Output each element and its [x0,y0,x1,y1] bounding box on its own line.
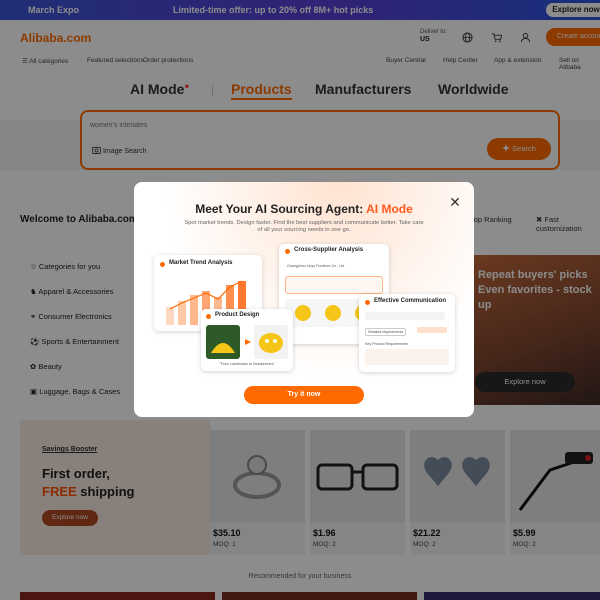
comm-highlight-pill [417,327,447,333]
modal-subtitle: Spot market trends. Design faster. Find … [184,220,424,233]
modal-title: Meet Your AI Sourcing Agent: AI Mode [134,202,474,216]
design-caption: "From Landmarks to Headphones" [219,362,275,366]
comm-message-line [365,312,445,320]
supplier-icon [285,249,290,254]
ai-mode-modal: ✕ Meet Your AI Sourcing Agent: AI Mode S… [134,182,474,417]
supplier-card-title: Cross-Supplier Analysis [294,247,364,253]
comm-field-box [365,349,449,365]
design-card-title: Product Design [215,312,260,318]
comm-requirements-tag: Detailed requirements [365,328,407,336]
comm-field-label: Key Product Requirements [365,342,408,346]
effective-communication-card: Effective Communication Detailed require… [359,294,455,372]
supplier-name: Guangzhou Linyu Furniture Co., Ltd. [287,264,346,268]
design-icon [206,314,211,319]
design-graphic [206,325,288,359]
modal-title-highlight: AI Mode [366,202,413,216]
chat-icon [365,300,370,305]
trend-icon [160,262,165,267]
supplier-highlight-box [285,276,383,294]
product-design-card: Product Design "From Landmarks to Headph… [201,309,293,371]
comm-card-title: Effective Communication [374,298,447,304]
trend-card-title: Market Trend Analysis [169,260,233,266]
try-it-now-button[interactable]: Try it now [244,386,364,404]
modal-title-prefix: Meet Your AI Sourcing Agent: [195,202,364,216]
